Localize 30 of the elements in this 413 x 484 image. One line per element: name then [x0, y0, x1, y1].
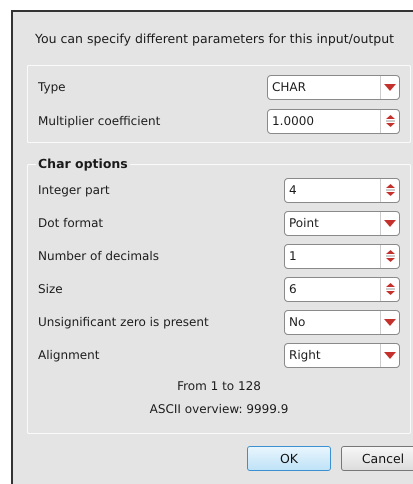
field-label: Dot format	[38, 216, 104, 230]
spin-arrows-icon[interactable]	[386, 114, 394, 128]
field-label: Integer part	[38, 183, 110, 197]
group-title: Char options	[36, 156, 130, 171]
spin-box[interactable]: 1.0000	[267, 108, 400, 134]
spin-arrows-icon[interactable]	[386, 183, 394, 197]
field-label: Alignment	[38, 348, 100, 362]
spin-arrows-icon[interactable]	[386, 282, 394, 296]
dropdown-arrow-icon[interactable]	[384, 352, 396, 358]
cancel-button[interactable]: Cancel	[341, 446, 413, 471]
spin-box[interactable]: 1	[284, 244, 400, 268]
dropdown-arrow-icon[interactable]	[384, 318, 396, 326]
dropdown-arrow-icon[interactable]	[384, 220, 396, 226]
intro-text: You can specify different parameters for this input/output	[35, 31, 396, 46]
spin-box[interactable]: 4	[284, 178, 400, 202]
spin-box[interactable]: 6	[284, 276, 400, 302]
field-label: Multiplier coefficient	[38, 114, 160, 128]
field-label: Number of decimals	[38, 249, 159, 263]
info-text: ASCII overview: 9999.9	[150, 402, 288, 416]
dropdown[interactable]: No	[284, 310, 400, 334]
dropdown[interactable]: Point	[284, 210, 400, 236]
dropdown[interactable]: CHAR	[267, 74, 400, 100]
ok-button[interactable]: OK	[247, 446, 331, 471]
info-text: From 1 to 128	[177, 379, 261, 393]
field-label: Unsignificant zero is present	[38, 315, 209, 329]
spin-arrows-icon[interactable]	[386, 249, 394, 263]
field-label: Type	[38, 80, 66, 94]
dropdown[interactable]: Right	[284, 342, 400, 368]
dropdown-arrow-icon[interactable]	[384, 84, 396, 90]
field-label: Size	[38, 282, 63, 296]
